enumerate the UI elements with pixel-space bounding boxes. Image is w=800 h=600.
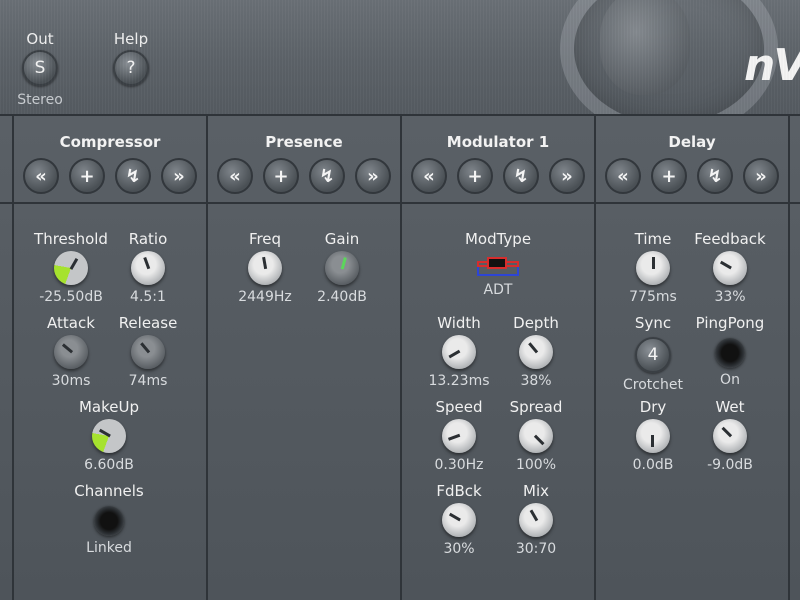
release-knob[interactable] bbox=[131, 335, 165, 369]
width-knob[interactable] bbox=[442, 335, 476, 369]
spread-value: 100% bbox=[515, 457, 557, 473]
channels-label: Channels bbox=[74, 482, 144, 500]
sync-button[interactable]: 4 bbox=[635, 337, 671, 373]
gain-knob[interactable] bbox=[325, 251, 359, 285]
pingpong-label: PingPong bbox=[695, 314, 765, 332]
help-label: Help bbox=[113, 30, 149, 48]
ratio-value: 4.5:1 bbox=[130, 289, 166, 305]
pingpong-control: PingPong On bbox=[685, 314, 775, 388]
ratio-knob[interactable] bbox=[131, 251, 165, 285]
makeup-label: MakeUp bbox=[78, 398, 139, 416]
makeup-value: 6.60dB bbox=[84, 457, 134, 473]
gain-value: 2.40dB bbox=[317, 289, 367, 305]
next-button[interactable]: » bbox=[161, 158, 197, 194]
modtype-value: ADT bbox=[483, 282, 513, 298]
prev-button[interactable]: « bbox=[23, 158, 59, 194]
channels-control: Channels Linked bbox=[64, 482, 154, 556]
modtype-control: ModType ADT bbox=[453, 230, 543, 298]
prev-button[interactable]: « bbox=[217, 158, 253, 194]
feedback-knob[interactable] bbox=[713, 251, 747, 285]
compressor-title: Compressor bbox=[59, 133, 161, 151]
out-button[interactable]: S bbox=[22, 50, 58, 86]
modulator-panel: Modulator 1 « + ↯ » ModType ADT Width 13… bbox=[400, 116, 595, 600]
feedback-value: 33% bbox=[714, 289, 746, 305]
route-button[interactable]: ↯ bbox=[115, 158, 151, 194]
gain-control: Gain 2.40dB bbox=[297, 230, 387, 305]
fdbck-knob[interactable] bbox=[442, 503, 476, 537]
depth-knob[interactable] bbox=[519, 335, 553, 369]
pingpong-toggle[interactable] bbox=[715, 338, 745, 368]
help-control: Help ? bbox=[101, 30, 161, 86]
makeup-control: MakeUp 6.60dB bbox=[64, 398, 154, 473]
feedback-control: Feedback 33% bbox=[685, 230, 775, 305]
feedback-label: Feedback bbox=[694, 230, 766, 248]
next-button[interactable]: » bbox=[355, 158, 391, 194]
help-button[interactable]: ? bbox=[113, 50, 149, 86]
route-button[interactable]: ↯ bbox=[309, 158, 345, 194]
header-bar: Out S Stereo Help ? nV bbox=[0, 0, 800, 116]
add-button[interactable]: + bbox=[457, 158, 493, 194]
mix-value: 30:70 bbox=[515, 541, 557, 557]
prev-button[interactable]: « bbox=[605, 158, 641, 194]
dry-knob[interactable] bbox=[636, 419, 670, 453]
next-button[interactable]: » bbox=[743, 158, 779, 194]
presence-title: Presence bbox=[265, 133, 343, 151]
delay-panel: Delay « + ↯ » Time 775ms Feedback 33% Sy… bbox=[594, 116, 789, 600]
presence-panel: Presence « + ↯ » Freq 2449Hz Gain 2.40dB bbox=[206, 116, 401, 600]
prev-button[interactable]: « bbox=[411, 158, 447, 194]
out-value: Stereo bbox=[17, 92, 63, 108]
time-knob[interactable] bbox=[636, 251, 670, 285]
add-button[interactable]: + bbox=[651, 158, 687, 194]
modtype-label: ModType bbox=[464, 230, 532, 248]
attack-knob[interactable] bbox=[54, 335, 88, 369]
pingpong-value: On bbox=[720, 372, 740, 388]
mix-control: Mix 30:70 bbox=[491, 482, 581, 557]
headphones-earcup-graphic bbox=[600, 0, 690, 95]
release-value: 74ms bbox=[128, 373, 168, 389]
delay-title: Delay bbox=[668, 133, 716, 151]
depth-control: Depth 38% bbox=[491, 314, 581, 389]
spread-label: Spread bbox=[509, 398, 563, 416]
spread-control: Spread 100% bbox=[491, 398, 581, 473]
depth-label: Depth bbox=[513, 314, 559, 332]
ratio-label: Ratio bbox=[128, 230, 168, 248]
brand-logo: nV bbox=[744, 40, 800, 91]
channels-toggle[interactable] bbox=[94, 506, 124, 536]
release-control: Release 74ms bbox=[103, 314, 193, 389]
speed-knob[interactable] bbox=[442, 419, 476, 453]
right-edge bbox=[788, 116, 800, 600]
channels-value: Linked bbox=[86, 540, 132, 556]
wet-label: Wet bbox=[715, 398, 745, 416]
wet-control: Wet -9.0dB bbox=[685, 398, 775, 473]
depth-value: 38% bbox=[520, 373, 552, 389]
mix-knob[interactable] bbox=[519, 503, 553, 537]
spread-knob[interactable] bbox=[519, 419, 553, 453]
gain-label: Gain bbox=[324, 230, 360, 248]
route-button[interactable]: ↯ bbox=[503, 158, 539, 194]
modtype-selector-icon[interactable] bbox=[476, 254, 520, 278]
wet-value: -9.0dB bbox=[707, 457, 753, 473]
compressor-panel: Compressor « + ↯ » Threshold -25.50dB Ra… bbox=[12, 116, 207, 600]
wet-knob[interactable] bbox=[713, 419, 747, 453]
release-label: Release bbox=[118, 314, 178, 332]
threshold-knob[interactable] bbox=[54, 251, 88, 285]
makeup-knob[interactable] bbox=[92, 419, 126, 453]
freq-knob[interactable] bbox=[248, 251, 282, 285]
modulator-title: Modulator 1 bbox=[446, 133, 550, 151]
out-label: Out bbox=[26, 30, 54, 48]
mix-label: Mix bbox=[523, 482, 549, 500]
add-button[interactable]: + bbox=[69, 158, 105, 194]
route-button[interactable]: ↯ bbox=[697, 158, 733, 194]
next-button[interactable]: » bbox=[549, 158, 585, 194]
out-control: Out S Stereo bbox=[10, 30, 70, 108]
add-button[interactable]: + bbox=[263, 158, 299, 194]
ratio-control: Ratio 4.5:1 bbox=[103, 230, 193, 305]
